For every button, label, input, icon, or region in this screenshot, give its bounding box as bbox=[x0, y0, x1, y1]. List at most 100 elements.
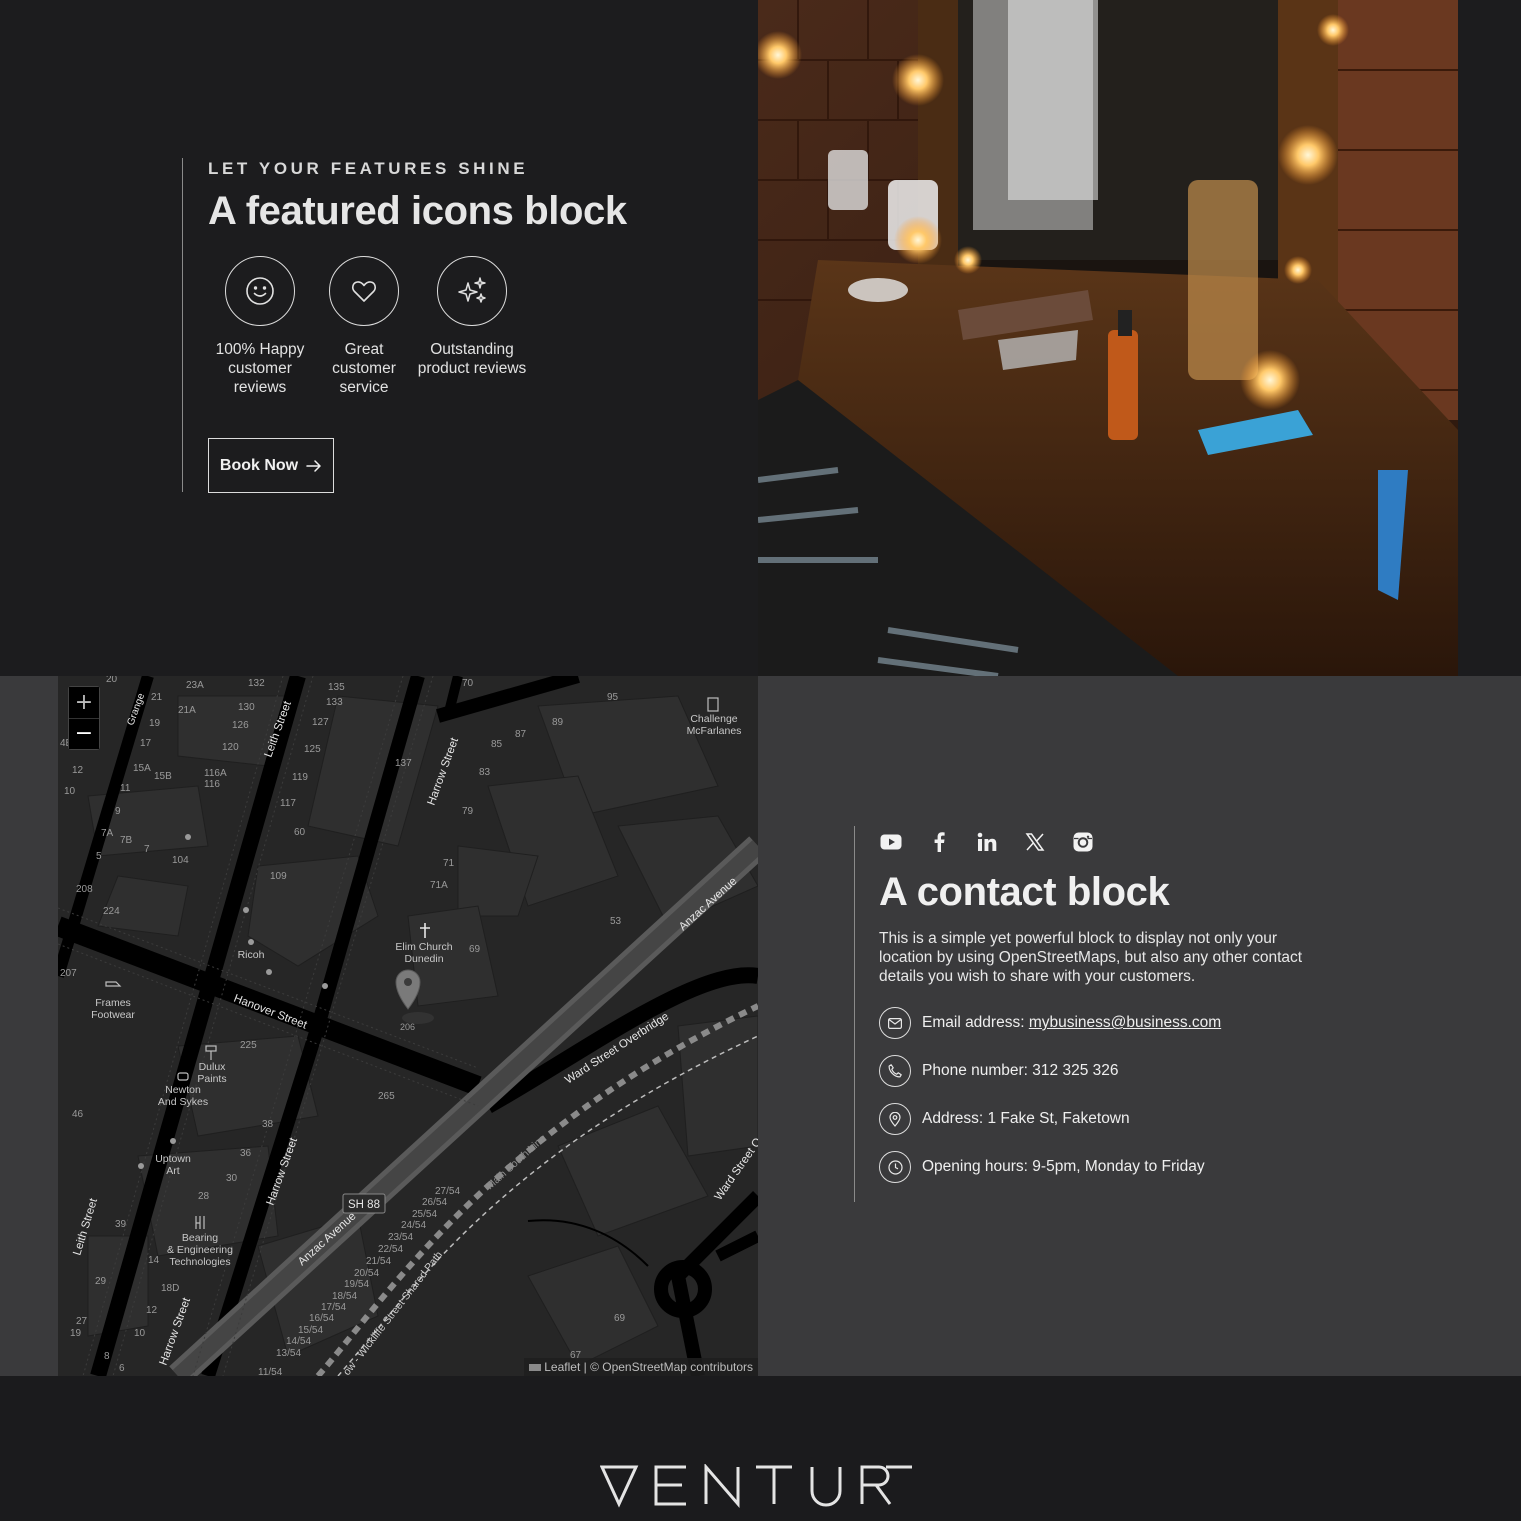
phone-text: Phone number: 312 325 326 bbox=[922, 1062, 1119, 1079]
svg-text:SH 88: SH 88 bbox=[348, 1199, 380, 1211]
svg-text:14/54: 14/54 bbox=[286, 1336, 311, 1347]
svg-text:19/54: 19/54 bbox=[344, 1279, 369, 1290]
footer: VENTURE bbox=[0, 1376, 1521, 1521]
map-pin-icon bbox=[879, 1103, 911, 1135]
contact-block: A contact block This is a simple yet pow… bbox=[854, 826, 1374, 1202]
svg-text:132: 132 bbox=[248, 678, 265, 689]
svg-text:9: 9 bbox=[115, 806, 121, 817]
features-eyebrow: LET YOUR FEATURES SHINE bbox=[208, 159, 529, 178]
svg-text:21/54: 21/54 bbox=[366, 1256, 391, 1267]
venture-logo[interactable]: VENTURE bbox=[599, 1462, 916, 1513]
feature-label: Great customer service bbox=[332, 341, 396, 396]
svg-text:14: 14 bbox=[148, 1255, 160, 1266]
svg-text:25/54: 25/54 bbox=[412, 1209, 437, 1220]
svg-text:71: 71 bbox=[443, 858, 455, 869]
linkedin-icon[interactable] bbox=[975, 830, 999, 854]
svg-text:21A: 21A bbox=[178, 705, 196, 716]
svg-text:20/54: 20/54 bbox=[354, 1268, 379, 1279]
phone-row: Phone number: 312 325 326 bbox=[879, 1054, 1374, 1088]
svg-text:87: 87 bbox=[515, 729, 527, 740]
svg-text:10: 10 bbox=[134, 1328, 146, 1339]
poi-challenge: Challenge McFarlanes bbox=[687, 713, 742, 737]
svg-text:30: 30 bbox=[226, 1173, 238, 1184]
address-row: Address: 1 Fake St, Faketown bbox=[879, 1102, 1374, 1136]
email-link[interactable]: mybusiness@business.com bbox=[1029, 1014, 1221, 1031]
page: LET YOUR FEATURES SHINE A featured icons… bbox=[0, 0, 1521, 1521]
svg-text:83: 83 bbox=[479, 767, 491, 778]
hours-text: Opening hours: 9-5pm, Monday to Friday bbox=[922, 1158, 1205, 1175]
smile-icon bbox=[225, 256, 295, 326]
svg-text:17/54: 17/54 bbox=[321, 1302, 346, 1313]
svg-text:8: 8 bbox=[104, 1351, 110, 1362]
leaflet-link[interactable]: Leaflet bbox=[544, 1360, 580, 1374]
leaflet-flag-icon bbox=[529, 1364, 542, 1372]
youtube-icon[interactable] bbox=[879, 830, 903, 854]
attribution-separator: | © bbox=[580, 1360, 603, 1374]
svg-text:79: 79 bbox=[462, 806, 474, 817]
svg-text:36: 36 bbox=[240, 1148, 252, 1159]
feature-label: 100% Happy customer reviews bbox=[215, 341, 305, 396]
map-attribution: Leaflet | © OpenStreetMap contributors bbox=[524, 1358, 758, 1376]
svg-text:116: 116 bbox=[204, 779, 220, 790]
feature-label: Outstanding product reviews bbox=[417, 341, 527, 377]
instagram-icon[interactable] bbox=[1071, 830, 1095, 854]
svg-text:11: 11 bbox=[120, 783, 131, 794]
svg-text:53: 53 bbox=[610, 916, 622, 927]
svg-text:265: 265 bbox=[378, 1091, 395, 1102]
heart-icon bbox=[329, 256, 399, 326]
poi-frames: Frames Footwear bbox=[91, 997, 135, 1021]
svg-text:27: 27 bbox=[76, 1316, 88, 1327]
book-now-button[interactable]: Book Now bbox=[208, 438, 334, 493]
feature-item-reviews: Outstanding product reviews bbox=[416, 256, 528, 397]
svg-text:26/54: 26/54 bbox=[422, 1197, 447, 1208]
svg-text:70: 70 bbox=[462, 678, 474, 689]
svg-text:71A: 71A bbox=[430, 880, 448, 891]
svg-text:69: 69 bbox=[469, 944, 481, 955]
email-row: Email address: mybusiness@business.com bbox=[879, 1006, 1374, 1040]
svg-text:126: 126 bbox=[232, 720, 249, 731]
features-title: A featured icons block bbox=[208, 189, 627, 233]
svg-text:7: 7 bbox=[144, 844, 150, 855]
svg-text:7A: 7A bbox=[101, 828, 114, 839]
svg-text:12: 12 bbox=[146, 1305, 158, 1316]
svg-text:89: 89 bbox=[552, 717, 564, 728]
poi-newton: Newton And Sykes bbox=[158, 1084, 208, 1108]
facebook-icon[interactable] bbox=[927, 830, 951, 854]
svg-text:207: 207 bbox=[60, 968, 77, 979]
svg-text:117: 117 bbox=[280, 798, 296, 809]
x-icon[interactable] bbox=[1023, 830, 1047, 854]
svg-text:19: 19 bbox=[70, 1328, 82, 1339]
zoom-out-button[interactable]: − bbox=[69, 718, 99, 749]
svg-text:29: 29 bbox=[95, 1276, 107, 1287]
address-text: Address: 1 Fake St, Faketown bbox=[922, 1110, 1130, 1127]
osm-link[interactable]: OpenStreetMap bbox=[602, 1360, 687, 1374]
svg-text:39: 39 bbox=[115, 1219, 127, 1230]
envelope-icon bbox=[879, 1007, 911, 1039]
svg-text:13/54: 13/54 bbox=[276, 1348, 301, 1359]
barbershop-photo bbox=[758, 0, 1458, 676]
map[interactable]: Hanover Street Harrow Street Harrow Stre… bbox=[58, 676, 758, 1376]
svg-text:137: 137 bbox=[395, 758, 412, 769]
zoom-in-button[interactable]: + bbox=[69, 687, 99, 718]
clock-icon bbox=[879, 1151, 911, 1183]
phone-icon bbox=[879, 1055, 911, 1087]
svg-text:208: 208 bbox=[76, 884, 93, 895]
svg-text:16/54: 16/54 bbox=[309, 1313, 334, 1324]
right-strip bbox=[1458, 0, 1521, 676]
poi-dulux: Dulux Paints bbox=[197, 1061, 226, 1085]
sh88-shield: SH 88 bbox=[342, 1193, 386, 1214]
feature-item-happy: 100% Happy customer reviews bbox=[208, 256, 312, 397]
hours-row: Opening hours: 9-5pm, Monday to Friday bbox=[879, 1150, 1374, 1184]
svg-text:120: 120 bbox=[222, 742, 239, 753]
svg-text:95: 95 bbox=[607, 692, 619, 703]
poi-ricoh: Ricoh bbox=[238, 949, 265, 961]
svg-text:69: 69 bbox=[614, 1313, 626, 1324]
svg-text:60: 60 bbox=[294, 827, 306, 838]
attribution-tail: contributors bbox=[686, 1360, 753, 1374]
svg-text:12: 12 bbox=[72, 765, 84, 776]
svg-text:85: 85 bbox=[491, 739, 503, 750]
svg-text:28: 28 bbox=[198, 1191, 210, 1202]
svg-text:21: 21 bbox=[151, 692, 163, 703]
svg-text:225: 225 bbox=[240, 1040, 257, 1051]
features-section: LET YOUR FEATURES SHINE A featured icons… bbox=[0, 0, 758, 676]
